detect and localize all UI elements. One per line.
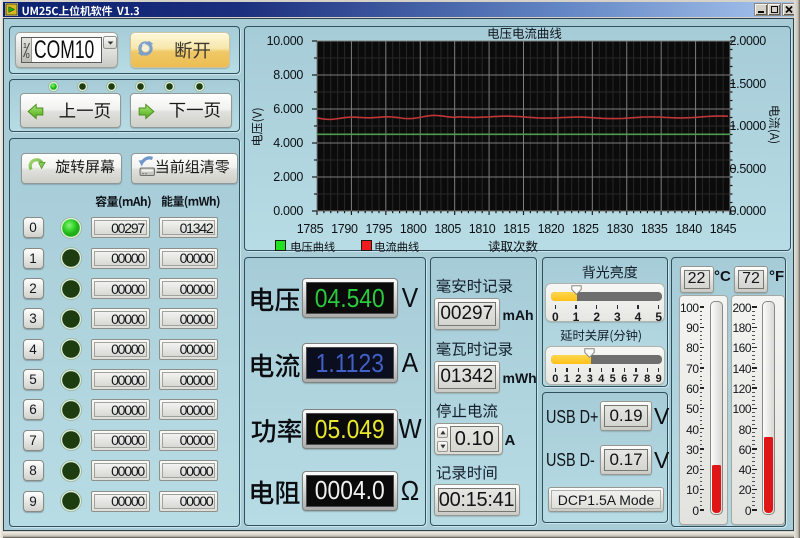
svg-text:0: 0 xyxy=(26,53,30,59)
svg-text:1: 1 xyxy=(23,43,27,50)
